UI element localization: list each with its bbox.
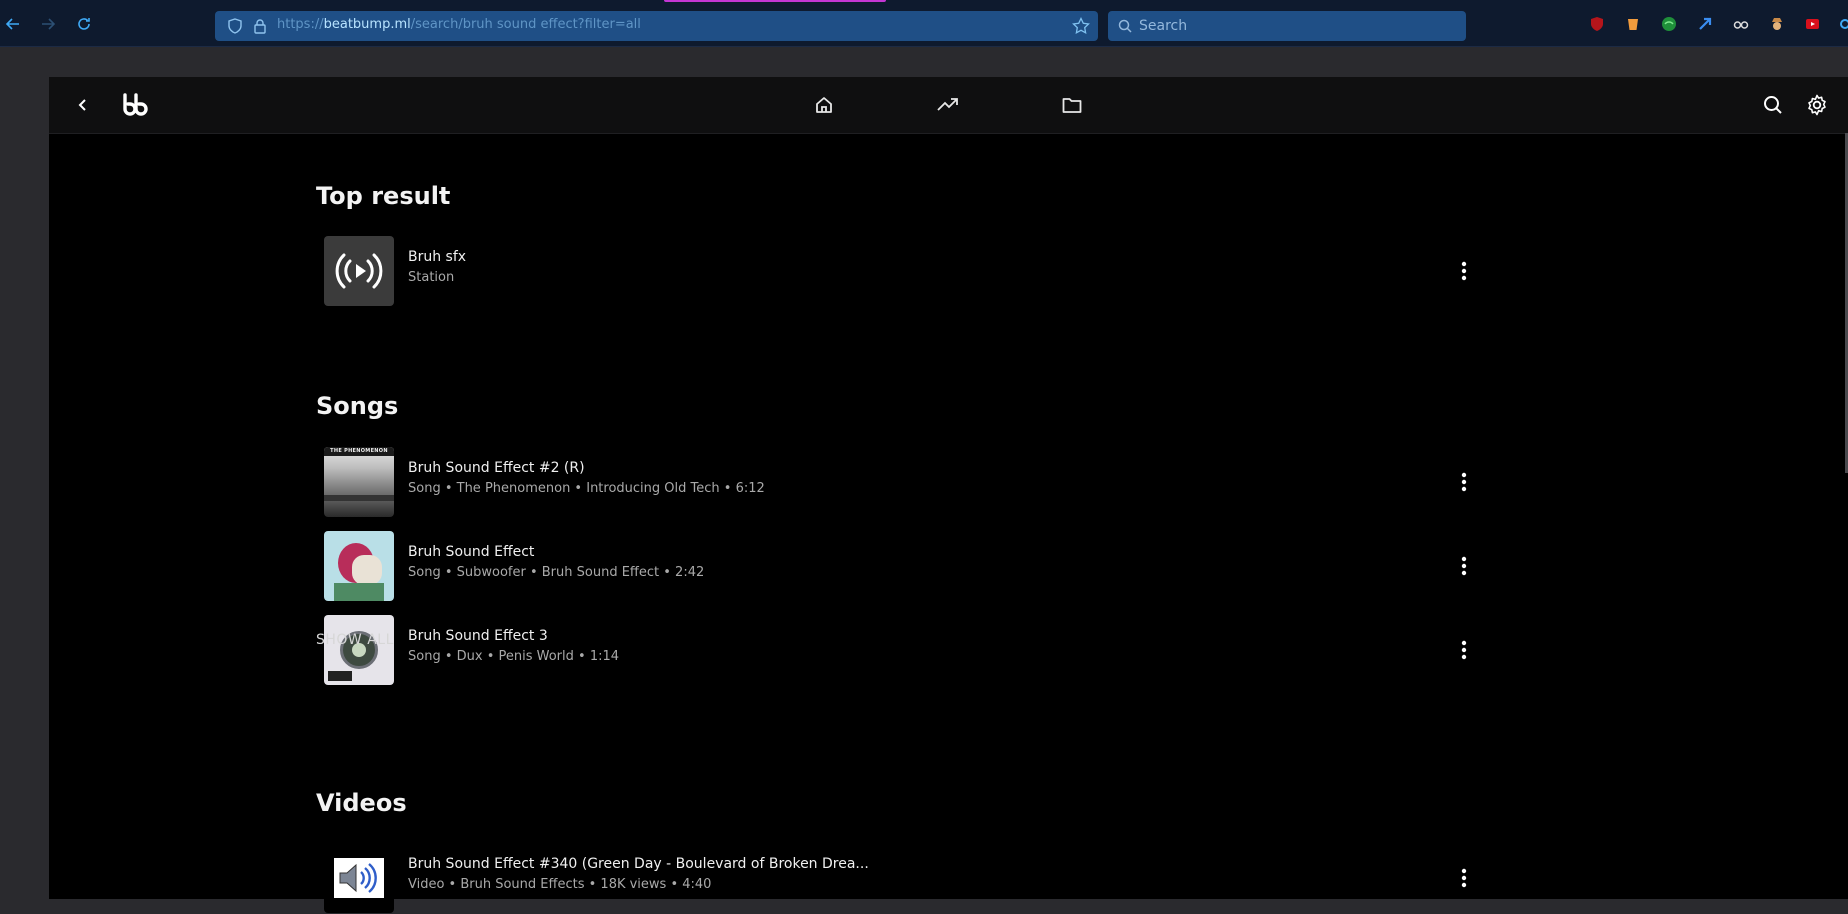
- videos-heading: Videos: [316, 789, 407, 817]
- kebab-menu-icon: [1461, 640, 1467, 660]
- search-placeholder: Search: [1139, 18, 1188, 34]
- song-subtitle: Song • Dux • Penis World • 1:14: [408, 649, 620, 664]
- more-options-button[interactable]: [1454, 261, 1474, 281]
- kebab-menu-icon: [1461, 868, 1467, 888]
- glasses-extension-icon[interactable]: [1732, 15, 1750, 33]
- songs-heading: Songs: [316, 392, 399, 420]
- page-margin: [0, 47, 1848, 77]
- shield-icon: [228, 18, 242, 34]
- song-subtitle: Song • Subwoofer • Bruh Sound Effect • 2…: [408, 565, 705, 580]
- back-button[interactable]: [71, 93, 95, 117]
- search-icon: [1118, 19, 1132, 33]
- speaker-icon: [339, 863, 377, 893]
- more-options-button[interactable]: [1454, 556, 1474, 576]
- video-title: Bruh Sound Effect #340 (Green Day - Boul…: [408, 856, 869, 872]
- lock-icon: [254, 19, 266, 34]
- song-subtitle: Song • The Phenomenon • Introducing Old …: [408, 481, 765, 496]
- browser-forward-button[interactable]: [37, 13, 59, 35]
- settings-button[interactable]: [1805, 93, 1829, 117]
- trending-icon: [937, 98, 958, 111]
- top-result-title: Bruh sfx: [408, 249, 467, 265]
- radio-broadcast-icon: [335, 253, 383, 289]
- search-button[interactable]: [1761, 93, 1785, 117]
- album-art-label: THE PHENOMENON: [330, 448, 388, 454]
- more-options-button[interactable]: [1454, 472, 1474, 492]
- arrow-extension-icon[interactable]: [1696, 15, 1714, 33]
- video-row[interactable]: Bruh Sound Effect #340 (Green Day - Boul…: [316, 842, 1516, 914]
- app-header: [49, 77, 1848, 134]
- song-title: Bruh Sound Effect #2 (R): [408, 460, 585, 476]
- show-all-songs-link[interactable]: SHOW ALL: [316, 632, 394, 648]
- detective-extension-icon[interactable]: [1768, 15, 1786, 33]
- video-extension-icon[interactable]: [1804, 15, 1822, 33]
- home-icon: [816, 97, 832, 113]
- more-options-button[interactable]: [1454, 640, 1474, 660]
- album-art: THE PHENOMENON: [324, 447, 394, 517]
- browser-search-field[interactable]: Search: [1108, 11, 1466, 41]
- url-path: /search/bruh sound effect?filter=all: [410, 17, 641, 32]
- logo-icon: [123, 93, 148, 116]
- video-subtitle: Video • Bruh Sound Effects • 18K views •…: [408, 877, 712, 892]
- video-thumbnail: [324, 843, 394, 913]
- nav-trending[interactable]: [936, 93, 960, 117]
- bookmark-star-icon[interactable]: [1072, 17, 1090, 35]
- station-thumbnail: [324, 236, 394, 306]
- album-art: [324, 615, 394, 685]
- kebab-menu-icon: [1461, 472, 1467, 492]
- kebab-menu-icon: [1461, 261, 1467, 281]
- ublock-icon[interactable]: [1588, 15, 1606, 33]
- address-bar[interactable]: https://beatbump.ml/search/bruh sound ef…: [215, 11, 1098, 41]
- top-result-heading: Top result: [316, 182, 451, 210]
- url-host: beatbump.ml: [323, 17, 411, 32]
- song-title: Bruh Sound Effect: [408, 544, 535, 560]
- browser-toolbar: https://beatbump.ml/search/bruh sound ef…: [0, 0, 1848, 47]
- nav-library[interactable]: [1060, 93, 1084, 117]
- kebab-menu-icon: [1461, 556, 1467, 576]
- gear-icon: [1808, 94, 1826, 116]
- arrow-left-icon: [5, 18, 19, 30]
- song-row[interactable]: Bruh Sound Effect Song • Subwoofer • Bru…: [316, 530, 1516, 602]
- search-icon: [1764, 96, 1782, 114]
- song-title: Bruh Sound Effect 3: [408, 628, 548, 644]
- url-text: https://beatbump.ml/search/bruh sound ef…: [277, 17, 641, 32]
- browser-back-button[interactable]: [2, 13, 24, 35]
- browser-reload-button[interactable]: [73, 13, 95, 35]
- top-result-subtitle: Station: [408, 270, 455, 285]
- more-options-button[interactable]: [1454, 868, 1474, 888]
- wifi-extension-icon[interactable]: [1660, 15, 1678, 33]
- top-result-row[interactable]: Bruh sfx Station: [316, 235, 1516, 307]
- album-art: [324, 531, 394, 601]
- arrow-right-icon: [42, 18, 56, 30]
- song-row[interactable]: THE PHENOMENON Bruh Sound Effect #2 (R) …: [316, 446, 1516, 518]
- song-row[interactable]: Bruh Sound Effect 3 Song • Dux • Penis W…: [316, 614, 1516, 686]
- active-tab-indicator: [664, 0, 886, 2]
- overflow-extension-icon[interactable]: [1836, 15, 1848, 33]
- beatbump-logo[interactable]: [121, 93, 149, 117]
- chevron-left-icon: [78, 99, 86, 111]
- url-scheme: https://: [277, 17, 324, 32]
- reload-icon: [78, 18, 90, 30]
- cup-extension-icon[interactable]: [1624, 15, 1642, 33]
- nav-home[interactable]: [812, 93, 836, 117]
- folder-icon: [1062, 98, 1082, 113]
